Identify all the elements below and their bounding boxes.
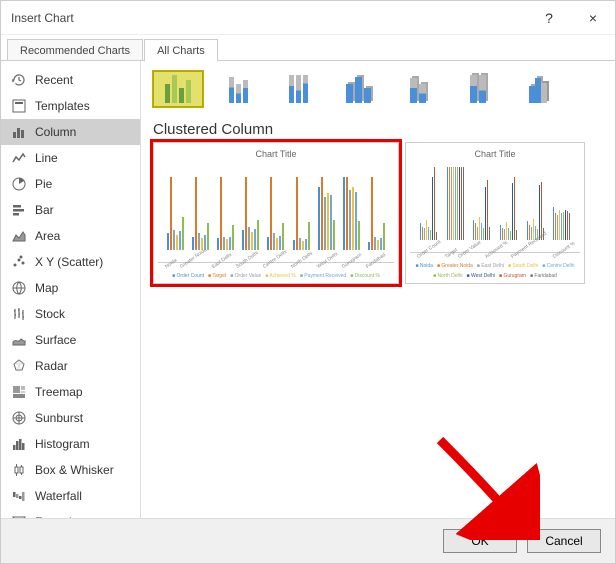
tab-all-charts[interactable]: All Charts: [144, 39, 218, 62]
pie-icon: [11, 176, 27, 192]
sidebar-item-radar[interactable]: Radar: [1, 353, 140, 379]
sidebar-item-label: Line: [35, 151, 58, 165]
bar-icon: [11, 202, 27, 218]
subtype-3d-column[interactable]: [513, 71, 563, 107]
help-button[interactable]: ?: [527, 1, 571, 35]
chart-subtype-row: [153, 71, 603, 107]
dialog-footer: OK Cancel: [1, 518, 615, 563]
tab-row: Recommended Charts All Charts: [1, 35, 615, 61]
sidebar-item-treemap[interactable]: Treemap: [1, 379, 140, 405]
sidebar-item-label: Column: [35, 125, 76, 139]
sidebar-item-label: Templates: [35, 99, 90, 113]
subtype-3d-stacked-column[interactable]: [393, 71, 443, 107]
sidebar-item-label: Map: [35, 281, 58, 295]
sidebar-item-label: Stock: [35, 307, 65, 321]
map-icon: [11, 280, 27, 296]
titlebar: Insert Chart ? ×: [1, 1, 615, 35]
sidebar-item-label: Histogram: [35, 437, 90, 451]
close-button[interactable]: ×: [571, 1, 615, 35]
chart-preview-1[interactable]: Chart Title NoidaGreater NoidaEast Delhi…: [153, 142, 399, 284]
sidebar-item-label: Pie: [35, 177, 52, 191]
sidebar-item-waterfall[interactable]: Waterfall: [1, 483, 140, 509]
stock-icon: [11, 306, 27, 322]
sidebar-item-surface[interactable]: Surface: [1, 327, 140, 353]
sidebar-item-histogram[interactable]: Histogram: [1, 431, 140, 457]
cancel-button[interactable]: Cancel: [527, 529, 601, 553]
chart-preview-row: Chart Title NoidaGreater NoidaEast Delhi…: [153, 142, 603, 284]
recent-icon: [11, 72, 27, 88]
sidebar-item-label: Bar: [35, 203, 54, 217]
sidebar-item-recent[interactable]: Recent: [1, 67, 140, 93]
chart-preview-2[interactable]: Chart Title Order CountTargetOrder Value…: [405, 142, 585, 284]
ok-button[interactable]: OK: [443, 529, 517, 553]
sidebar-item-label: Surface: [35, 333, 76, 347]
sidebar-item-label: Radar: [35, 359, 68, 373]
area-icon: [11, 228, 27, 244]
chart-type-heading: Clustered Column: [153, 121, 603, 138]
surface-icon: [11, 332, 27, 348]
sidebar-item-area[interactable]: Area: [1, 223, 140, 249]
column-icon: [11, 124, 27, 140]
sidebar-item-pie[interactable]: Pie: [1, 171, 140, 197]
sidebar-item-box-whisker[interactable]: Box & Whisker: [1, 457, 140, 483]
sidebar-item-label: Treemap: [35, 385, 83, 399]
waterfall-icon: [11, 488, 27, 504]
templates-icon: [11, 98, 27, 114]
treemap-icon: [11, 384, 27, 400]
sidebar-item-column[interactable]: Column: [1, 119, 140, 145]
dialog-body: Recent Templates Column Line Pie Bar Area X Y (…: [1, 61, 615, 518]
sidebar-item-stock[interactable]: Stock: [1, 301, 140, 327]
sidebar-item-line[interactable]: Line: [1, 145, 140, 171]
sidebar-item-label: Box & Whisker: [35, 463, 114, 477]
sunburst-icon: [11, 410, 27, 426]
sidebar-item-sunburst[interactable]: Sunburst: [1, 405, 140, 431]
subtype-clustered-column[interactable]: [153, 71, 203, 107]
sidebar-item-x-y-scatter-[interactable]: X Y (Scatter): [1, 249, 140, 275]
boxwhisker-icon: [11, 462, 27, 478]
sidebar-item-label: Sunburst: [35, 411, 83, 425]
dialog-title: Insert Chart: [11, 11, 527, 25]
chart-main-area: Clustered Column Chart Title NoidaGreate…: [141, 61, 615, 518]
sidebar-item-label: X Y (Scatter): [35, 255, 103, 269]
insert-chart-dialog: Insert Chart ? × Recommended Charts All …: [0, 0, 616, 564]
scatter-icon: [11, 254, 27, 270]
radar-icon: [11, 358, 27, 374]
line-icon: [11, 150, 27, 166]
chart-preview-1-title: Chart Title: [158, 149, 394, 159]
chart-category-sidebar: Recent Templates Column Line Pie Bar Area X Y (…: [1, 61, 141, 518]
subtype-3d-100-stacked-column[interactable]: [453, 71, 503, 107]
sidebar-item-label: Area: [35, 229, 60, 243]
sidebar-item-funnel[interactable]: Funnel: [1, 509, 140, 518]
tab-recommended-charts[interactable]: Recommended Charts: [7, 39, 143, 61]
subtype-stacked-column[interactable]: [213, 71, 263, 107]
sidebar-item-templates[interactable]: Templates: [1, 93, 140, 119]
sidebar-item-bar[interactable]: Bar: [1, 197, 140, 223]
sidebar-item-map[interactable]: Map: [1, 275, 140, 301]
subtype-3d-clustered-column[interactable]: [333, 71, 383, 107]
histogram-icon: [11, 436, 27, 452]
sidebar-item-label: Waterfall: [35, 489, 82, 503]
sidebar-item-label: Recent: [35, 73, 73, 87]
subtype-100-stacked-column[interactable]: [273, 71, 323, 107]
chart-preview-2-title: Chart Title: [410, 149, 580, 159]
